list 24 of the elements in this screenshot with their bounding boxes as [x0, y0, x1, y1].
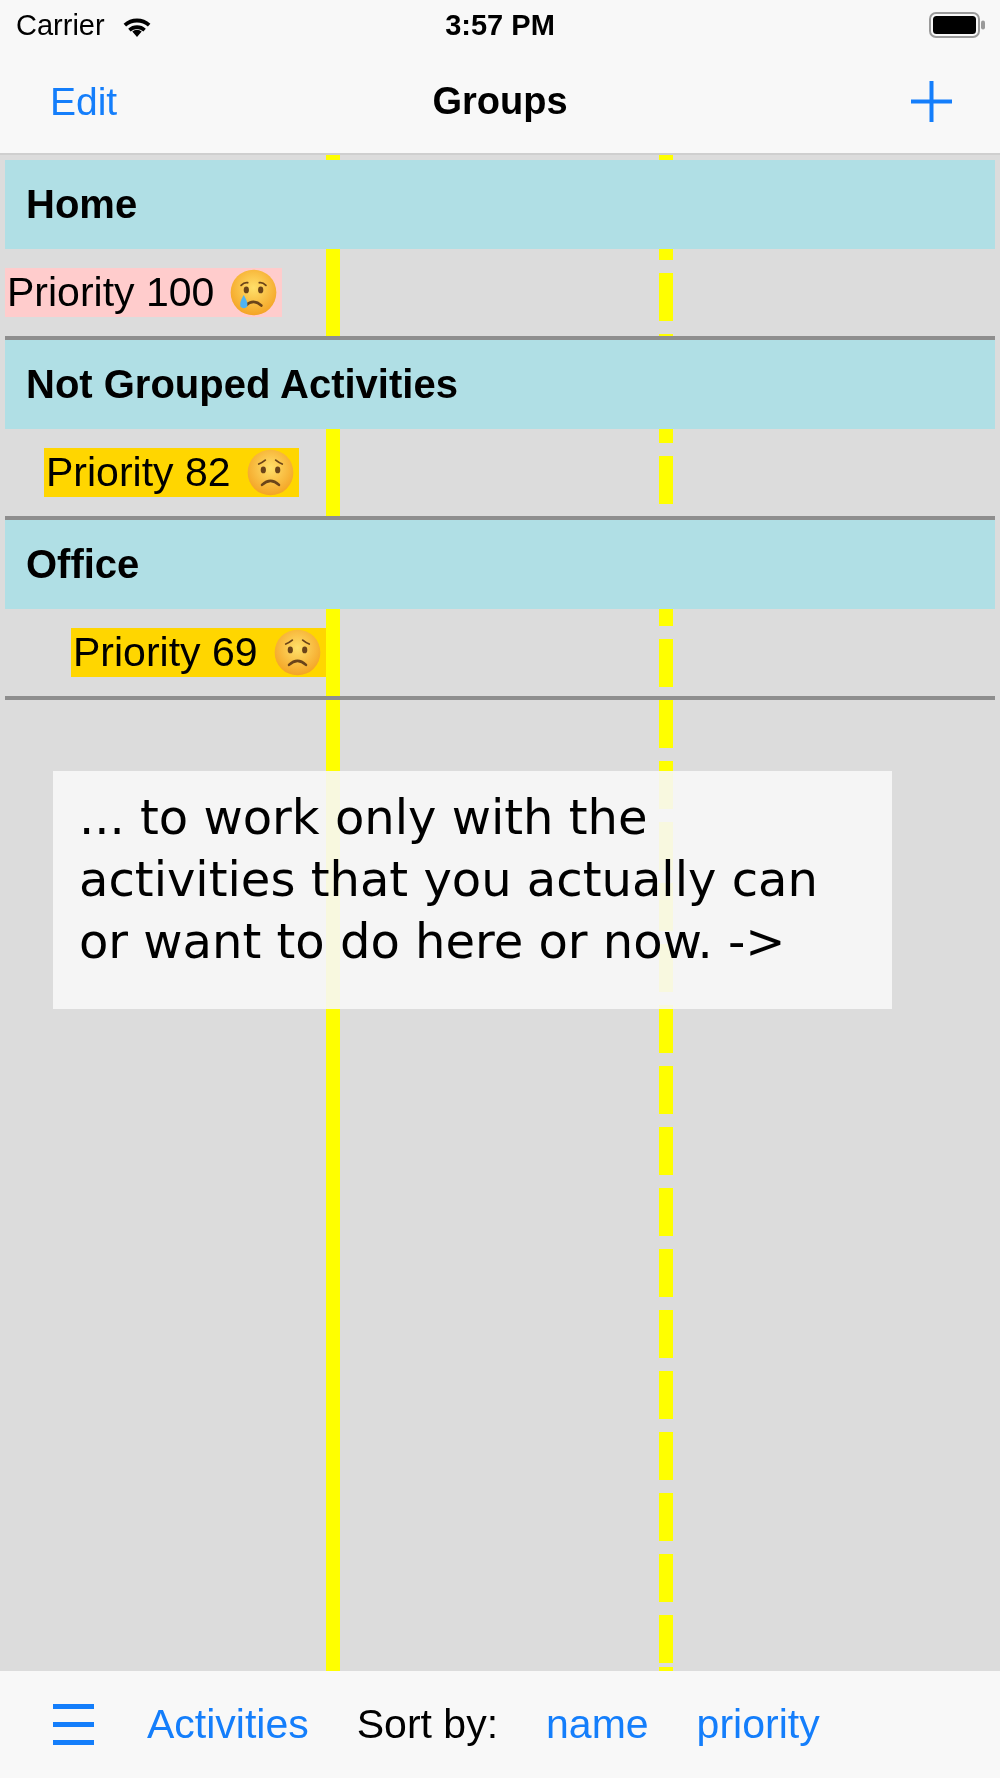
status-time: 3:57 PM — [445, 8, 555, 42]
priority-tag[interactable]: Priority 100 — [5, 268, 283, 317]
priority-label: Priority 100 — [7, 268, 215, 317]
battery-icon — [929, 12, 985, 38]
section-header: Office — [5, 520, 995, 609]
priority-tag[interactable]: Priority 82 — [44, 448, 299, 497]
edit-button[interactable]: Edit — [50, 79, 118, 124]
priority-label: Priority 69 — [73, 628, 258, 677]
toolbar-link[interactable]: priority — [696, 1701, 820, 1748]
priority-label: Priority 82 — [46, 448, 231, 497]
crying-face-icon — [230, 269, 278, 316]
worried-face-icon — [246, 449, 294, 496]
menu-icon[interactable] — [53, 1704, 94, 1745]
section-header: Not Grouped Activities — [5, 340, 995, 429]
priority-tag[interactable]: Priority 69 — [71, 628, 326, 677]
worried-face-icon — [273, 629, 321, 676]
nav-title: Groups — [432, 80, 568, 123]
carrier-name: Carrier — [16, 8, 105, 42]
overlay-note: ... to work only with the activities that you actually can or want to do here or now. -> — [53, 771, 892, 1009]
toolbar-link[interactable]: name — [546, 1701, 649, 1748]
plus-icon[interactable] — [911, 81, 952, 122]
sort-label: Sort by: — [356, 1701, 499, 1748]
section-header: Home — [5, 160, 995, 249]
toolbar-link[interactable]: Activities — [147, 1701, 309, 1748]
